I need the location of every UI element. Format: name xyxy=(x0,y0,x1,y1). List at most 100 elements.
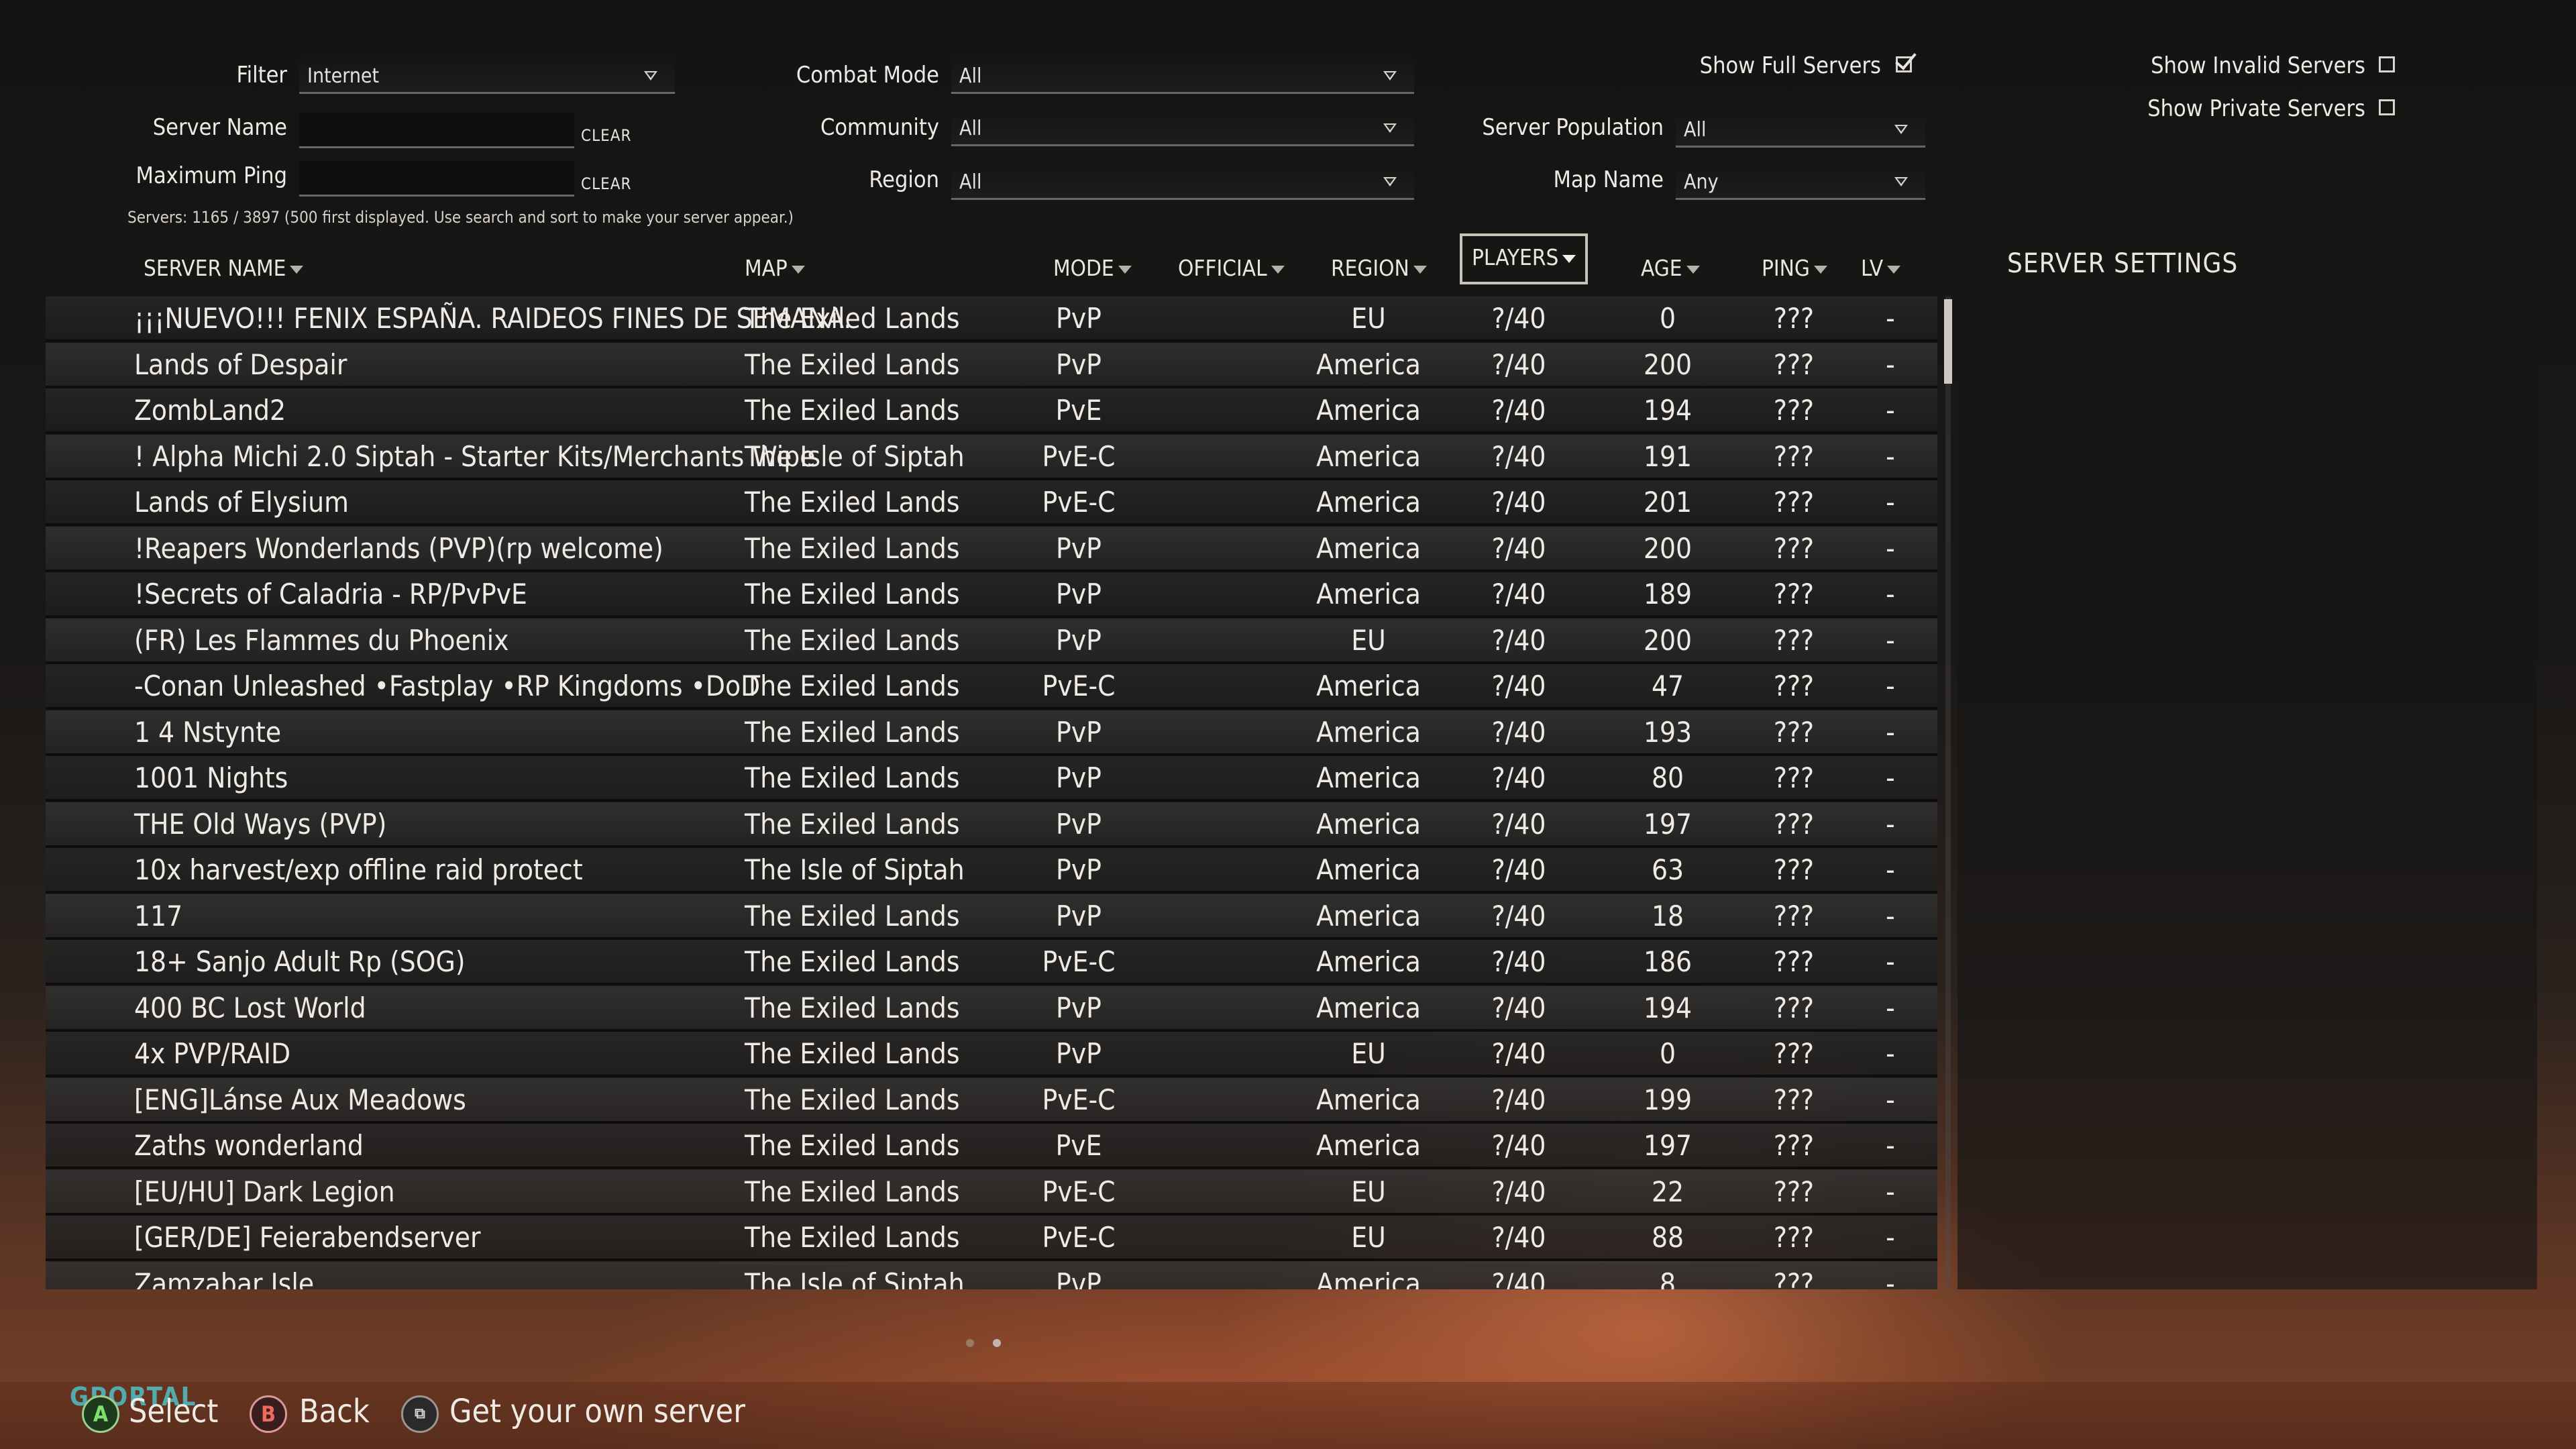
cell-name: Lands of Elysium xyxy=(134,486,349,519)
table-row[interactable]: -Conan Unleashed •Fastplay •RP Kingdoms … xyxy=(46,664,1937,710)
column-server-name[interactable]: SERVER NAME xyxy=(144,255,304,281)
cell-mode: PvP xyxy=(1056,991,1102,1024)
table-row[interactable]: 4x PVP/RAID The Exiled Lands PvP EU ?/40 0???… xyxy=(46,1032,1937,1077)
map-name-dropdown[interactable]: Any xyxy=(1676,162,1925,200)
table-row[interactable]: 1 4 Nstynte The Exiled Lands PvP America ?/4… xyxy=(46,710,1937,756)
column-region[interactable]: REGION xyxy=(1331,255,1427,281)
back-action[interactable]: Back xyxy=(299,1393,370,1430)
view-button-icon[interactable]: ⧉ xyxy=(401,1395,439,1433)
show-private-checkbox[interactable] xyxy=(2379,99,2395,115)
table-row[interactable]: ! Alpha Michi 2.0 Siptah - Starter Kits/… xyxy=(46,434,1937,480)
cell-ping: ??? xyxy=(1773,1129,1815,1162)
cell-lv: - xyxy=(1886,1175,1895,1208)
column-players[interactable]: PLAYERS xyxy=(1460,233,1589,284)
column-ping[interactable]: PING xyxy=(1762,255,1827,281)
table-row[interactable]: [EU/HU] Dark Legion The Exiled Lands PvE-C… xyxy=(46,1169,1937,1216)
column-map[interactable]: MAP xyxy=(745,255,805,281)
filter-dropdown[interactable]: Internet xyxy=(299,56,675,94)
table-row[interactable]: Lands of Despair The Exiled Lands PvP Ameri… xyxy=(46,342,1937,388)
table-row[interactable]: THE Old Ways (PVP) The Exiled Lands PvP Ame… xyxy=(46,802,1937,848)
sort-arrow-icon xyxy=(1271,265,1285,274)
cell-lv: - xyxy=(1886,991,1895,1024)
table-row[interactable]: ¡¡¡NUEVO!!! FENIX ESPAÑA. RAIDEOS FINES … xyxy=(46,297,1937,342)
table-row[interactable]: 18+ Sanjo Adult Rp (SOG) The Exiled Lands… xyxy=(46,940,1937,985)
server-settings-title: SERVER SETTINGS xyxy=(2007,248,2239,279)
server-list[interactable]: ¡¡¡NUEVO!!! FENIX ESPAÑA. RAIDEOS FINES … xyxy=(46,297,1937,1289)
cell-age: 200 xyxy=(1643,347,1693,381)
table-row[interactable]: 10x harvest/exp offline raid protect The … xyxy=(46,848,1937,894)
cell-mode: PvP xyxy=(1056,302,1102,335)
community-dropdown[interactable]: All xyxy=(951,109,1414,146)
column-lv[interactable]: LV xyxy=(1861,255,1901,281)
cell-players: ?/40 xyxy=(1491,1221,1546,1254)
cell-lv: - xyxy=(1886,715,1895,749)
show-invalid-checkbox[interactable] xyxy=(2379,56,2395,72)
cell-players: ?/40 xyxy=(1491,578,1546,610)
get-own-server-action[interactable]: Get your own server xyxy=(449,1393,745,1430)
map-name-label: Map Name xyxy=(1553,166,1664,193)
cell-lv: - xyxy=(1886,899,1895,932)
table-row[interactable]: [GER/DE] Feierabendserver The Exiled Land… xyxy=(46,1216,1937,1261)
a-button-icon[interactable]: A xyxy=(82,1395,119,1433)
cell-age: 197 xyxy=(1643,1129,1693,1162)
column-age[interactable]: AGE xyxy=(1641,255,1700,281)
table-row[interactable]: !Secrets of Caladria - RP/PvPvE The Exile… xyxy=(46,572,1937,618)
table-row[interactable]: (FR) Les Flammes du Phoenix The Exiled La… xyxy=(46,618,1937,664)
cell-players: ?/40 xyxy=(1491,669,1546,702)
cell-players: ?/40 xyxy=(1491,807,1546,841)
cell-mode: PvP xyxy=(1056,807,1102,841)
server-name-input[interactable] xyxy=(299,113,574,148)
scrollbar-thumb[interactable] xyxy=(1944,299,1952,384)
scrollbar-track[interactable] xyxy=(1945,297,1951,1289)
cell-lv: - xyxy=(1886,669,1895,702)
cell-lv: - xyxy=(1886,853,1895,886)
max-ping-clear-button[interactable]: CLEAR xyxy=(581,174,632,193)
server-population-dropdown[interactable]: All xyxy=(1676,110,1925,148)
cell-lv: - xyxy=(1886,1221,1895,1254)
combat-mode-dropdown[interactable]: All xyxy=(951,56,1414,94)
cell-age: 191 xyxy=(1643,439,1693,473)
server-name-clear-button[interactable]: CLEAR xyxy=(581,126,632,145)
cell-ping: ??? xyxy=(1773,1083,1815,1116)
community-label: Community xyxy=(820,114,939,141)
region-dropdown[interactable]: All xyxy=(951,162,1414,200)
select-action[interactable]: Select xyxy=(129,1393,218,1430)
sort-arrow-icon xyxy=(791,265,805,274)
table-row[interactable]: Zamzabar Isle The Isle of Siptah PvP Americ… xyxy=(46,1261,1937,1289)
column-mode[interactable]: MODE xyxy=(1053,255,1132,281)
max-ping-input[interactable] xyxy=(299,161,574,197)
cell-mode: PvP xyxy=(1056,761,1102,794)
table-row[interactable]: 1001 Nights The Exiled Lands PvP America ?/4… xyxy=(46,756,1937,802)
cell-map: The Exiled Lands xyxy=(745,1083,960,1116)
cell-map: The Exiled Lands xyxy=(745,899,960,932)
cell-age: 88 xyxy=(1651,1221,1684,1254)
show-invalid-label: Show Invalid Servers xyxy=(2151,52,2365,79)
cell-lv: - xyxy=(1886,486,1895,519)
table-row[interactable]: 117 The Exiled Lands PvP America ?/40 18??? - xyxy=(46,894,1937,940)
cell-lv: - xyxy=(1886,578,1895,610)
cell-players: ?/40 xyxy=(1491,394,1546,427)
cell-name: (FR) Les Flammes du Phoenix xyxy=(134,623,509,657)
cell-region: America xyxy=(1316,439,1421,473)
table-row[interactable]: [ENG]Lánse Aux Meadows The Exiled Lands Pv… xyxy=(46,1077,1937,1124)
table-row[interactable]: Zaths wonderland The Exiled Lands PvE Ameri… xyxy=(46,1124,1937,1169)
sort-arrow-icon xyxy=(290,265,304,274)
chevron-down-icon xyxy=(1383,71,1397,80)
show-full-label: Show Full Servers xyxy=(1699,52,1881,79)
cell-map: The Exiled Lands xyxy=(745,486,960,519)
cell-lv: - xyxy=(1886,394,1895,427)
cell-age: 0 xyxy=(1659,302,1676,335)
table-row[interactable]: ZombLand2 The Exiled Lands PvE America ?/40 1… xyxy=(46,388,1937,434)
sort-arrow-icon xyxy=(1813,265,1827,274)
table-row[interactable]: 400 BC Lost World The Exiled Lands PvP Amer… xyxy=(46,985,1937,1032)
table-row[interactable]: !Reapers Wonderlands (PVP)(rp welcome) Th… xyxy=(46,526,1937,572)
cell-map: The Exiled Lands xyxy=(745,807,960,841)
cell-lv: - xyxy=(1886,439,1895,473)
cell-name: [EU/HU] Dark Legion xyxy=(134,1175,395,1208)
cell-players: ?/40 xyxy=(1491,945,1546,978)
show-full-checkbox[interactable] xyxy=(1895,48,1917,72)
table-row[interactable]: Lands of Elysium The Exiled Lands PvE-C Ame… xyxy=(46,480,1937,526)
cell-name: 117 xyxy=(134,899,183,932)
b-button-icon[interactable]: B xyxy=(250,1395,287,1433)
column-official[interactable]: OFFICIAL xyxy=(1178,255,1285,281)
